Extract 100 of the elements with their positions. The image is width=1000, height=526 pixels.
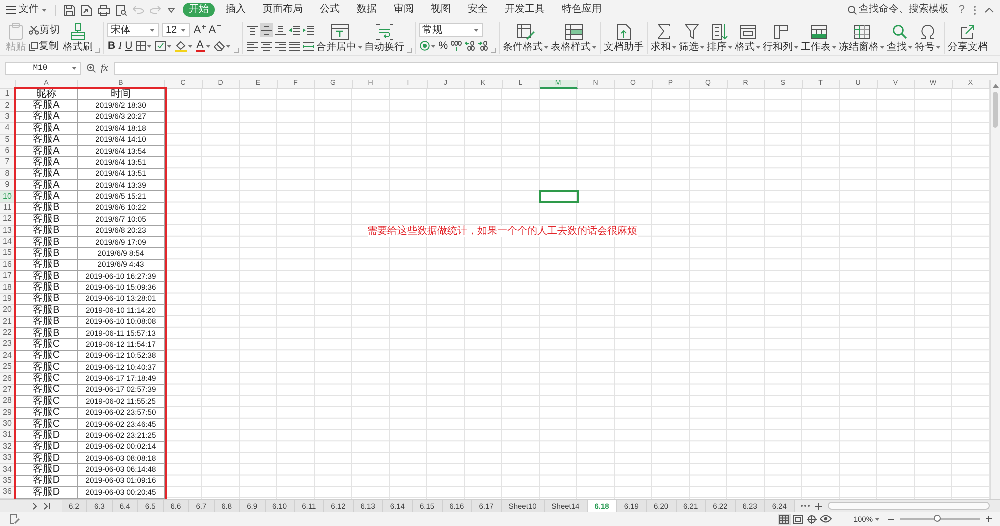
ribbon-command-button[interactable]: 查找 — [887, 22, 914, 54]
distributed-button[interactable] — [302, 39, 315, 53]
borders-button[interactable] — [134, 39, 153, 53]
spreadsheet-cell[interactable]: 客服B — [16, 328, 78, 340]
thousands-button[interactable] — [450, 39, 464, 53]
merge-center-button[interactable]: 合并居中 — [316, 22, 363, 54]
spreadsheet-cell[interactable]: 客服B — [16, 305, 78, 316]
spreadsheet-cell[interactable]: 时间 — [78, 89, 165, 100]
insert-function-button[interactable]: fx — [101, 62, 108, 74]
currency-button[interactable] — [418, 39, 437, 53]
name-box-field[interactable]: M10 — [5, 62, 81, 74]
slider-thumb[interactable] — [934, 515, 942, 522]
scroll-up-icon[interactable] — [992, 84, 998, 88]
printer-icon[interactable] — [98, 4, 110, 16]
number-format-field[interactable]: 常规 — [418, 23, 483, 37]
active-cell[interactable] — [539, 190, 578, 203]
spreadsheet-cell[interactable]: 客服C — [16, 339, 78, 351]
copy-button[interactable]: 复制 — [28, 39, 61, 53]
font-color-button[interactable]: A — [194, 39, 212, 53]
spreadsheet-cell[interactable]: 客服A — [16, 112, 78, 124]
font-name-field[interactable]: 宋体 — [107, 23, 159, 37]
spreadsheet-cell[interactable]: 客服B — [16, 248, 78, 260]
ribbon-command-button[interactable]: 排序 — [707, 22, 734, 54]
align-middle-button[interactable] — [260, 23, 273, 37]
last-icon[interactable] — [44, 502, 50, 510]
spreadsheet-cell[interactable]: 客服A — [16, 123, 78, 134]
ribbon-tab[interactable]: 公式 — [314, 3, 346, 17]
ribbon-tab[interactable]: 插入 — [220, 3, 252, 17]
ribbon-command-button[interactable]: 工作表 — [801, 22, 838, 54]
spreadsheet-cell[interactable]: 客服B — [16, 226, 78, 237]
percent-button[interactable]: % — [438, 39, 450, 53]
wrap-text-button[interactable]: 自动换行 — [364, 22, 405, 54]
spreadsheet-cell[interactable]: 客服C — [16, 350, 78, 362]
ribbon-command-button[interactable]: 格式 — [735, 22, 762, 54]
help-button[interactable]: ? — [958, 4, 965, 16]
ribbon-command-button[interactable]: 表格样式 — [551, 22, 598, 54]
spreadsheet-cell[interactable]: 客服D — [16, 430, 78, 442]
fill-color-button[interactable] — [174, 39, 194, 53]
normal-view-button[interactable] — [778, 514, 791, 524]
underline-button[interactable]: U — [124, 39, 134, 53]
spreadsheet-cell[interactable]: 客服A — [16, 100, 78, 112]
horizontal-scrollbar[interactable] — [828, 502, 990, 510]
ribbon-tab[interactable]: 视图 — [425, 3, 457, 17]
font-size-field[interactable]: 12 — [162, 23, 190, 37]
command-search-button[interactable]: 查找命令、搜索模板 — [848, 4, 949, 16]
formula-input[interactable] — [114, 62, 998, 74]
decimal-decrease-button[interactable] — [477, 39, 490, 53]
spreadsheet-cell[interactable]: 昵称 — [16, 89, 78, 100]
ribbon-command-button[interactable]: 行和列 — [763, 22, 800, 54]
spreadsheet-cell[interactable]: 客服C — [16, 408, 78, 419]
spreadsheet-cell[interactable]: 客服D — [16, 453, 78, 464]
spreadsheet-cell[interactable]: 客服A — [16, 168, 78, 180]
next-icon[interactable] — [33, 502, 37, 510]
ribbon-command-button[interactable]: 筛选 — [679, 22, 706, 54]
spreadsheet-cell[interactable]: 客服B — [16, 202, 78, 214]
ribbon-tab[interactable]: 审阅 — [388, 3, 420, 17]
spreadsheet-cell[interactable]: 客服D — [16, 464, 78, 476]
spreadsheet-cell[interactable]: 客服C — [16, 396, 78, 408]
select-all-corner[interactable] — [0, 80, 16, 89]
reading-mode-button[interactable] — [820, 514, 833, 524]
file-menu-button[interactable]: 文件 — [6, 4, 47, 16]
spreadsheet-cell[interactable]: 客服A — [16, 191, 78, 203]
spreadsheet-cell[interactable]: 客服C — [16, 418, 78, 430]
spreadsheet-cell[interactable]: 客服A — [16, 146, 78, 158]
save-icon[interactable] — [64, 4, 75, 16]
decimal-increase-button[interactable] — [464, 39, 476, 53]
spreadsheet-cell[interactable]: 客服B — [16, 260, 78, 271]
zoom-in-icon[interactable] — [986, 516, 992, 522]
page-arrow-icon[interactable] — [81, 4, 92, 16]
spreadsheet-cell[interactable]: 客服C — [16, 373, 78, 385]
ribbon-tab[interactable]: 安全 — [462, 3, 494, 17]
italic-button[interactable]: I — [118, 39, 124, 53]
align-center-button[interactable] — [260, 39, 273, 53]
spreadsheet-cell[interactable]: 客服D — [16, 442, 78, 453]
ribbon-tab[interactable]: 特色应用 — [556, 3, 608, 17]
indent-decrease-button[interactable] — [288, 23, 301, 37]
page-layout-button[interactable] — [792, 514, 805, 524]
add-sheet-icon[interactable] — [814, 502, 822, 510]
ribbon-command-button[interactable]: 分享文档 — [948, 22, 988, 54]
ribbon-tab[interactable]: 数据 — [351, 3, 383, 17]
indent-increase-button[interactable] — [302, 23, 315, 37]
ribbon-command-button[interactable]: 冻结窗格 — [839, 22, 886, 54]
spreadsheet-cell[interactable]: 客服D — [16, 476, 78, 488]
ribbon-command-button[interactable]: 求和 — [651, 22, 678, 54]
spreadsheet-cell[interactable]: 客服B — [16, 214, 78, 226]
spreadsheet-cell[interactable]: 客服A — [16, 157, 78, 169]
align-bottom-button[interactable] — [274, 23, 287, 37]
ribbon-tab[interactable]: 页面布局 — [257, 3, 309, 17]
shrink-font-button[interactable]: A — [208, 23, 222, 37]
collapse-icon[interactable] — [985, 8, 994, 12]
spreadsheet-cell[interactable]: 客服C — [16, 384, 78, 396]
spreadsheet-cell[interactable]: 客服A — [16, 180, 78, 192]
spreadsheet-cell[interactable]: 客服C — [16, 362, 78, 374]
ribbon-command-button[interactable]: 文档助手 — [604, 22, 644, 54]
spreadsheet-cell[interactable]: 客服B — [16, 294, 78, 306]
page-break-button[interactable] — [806, 514, 819, 524]
vertical-scrollbar[interactable] — [990, 80, 1000, 499]
justify-button[interactable] — [288, 39, 301, 53]
cell-style-button[interactable] — [154, 39, 173, 53]
bold-button[interactable]: B — [107, 39, 117, 53]
